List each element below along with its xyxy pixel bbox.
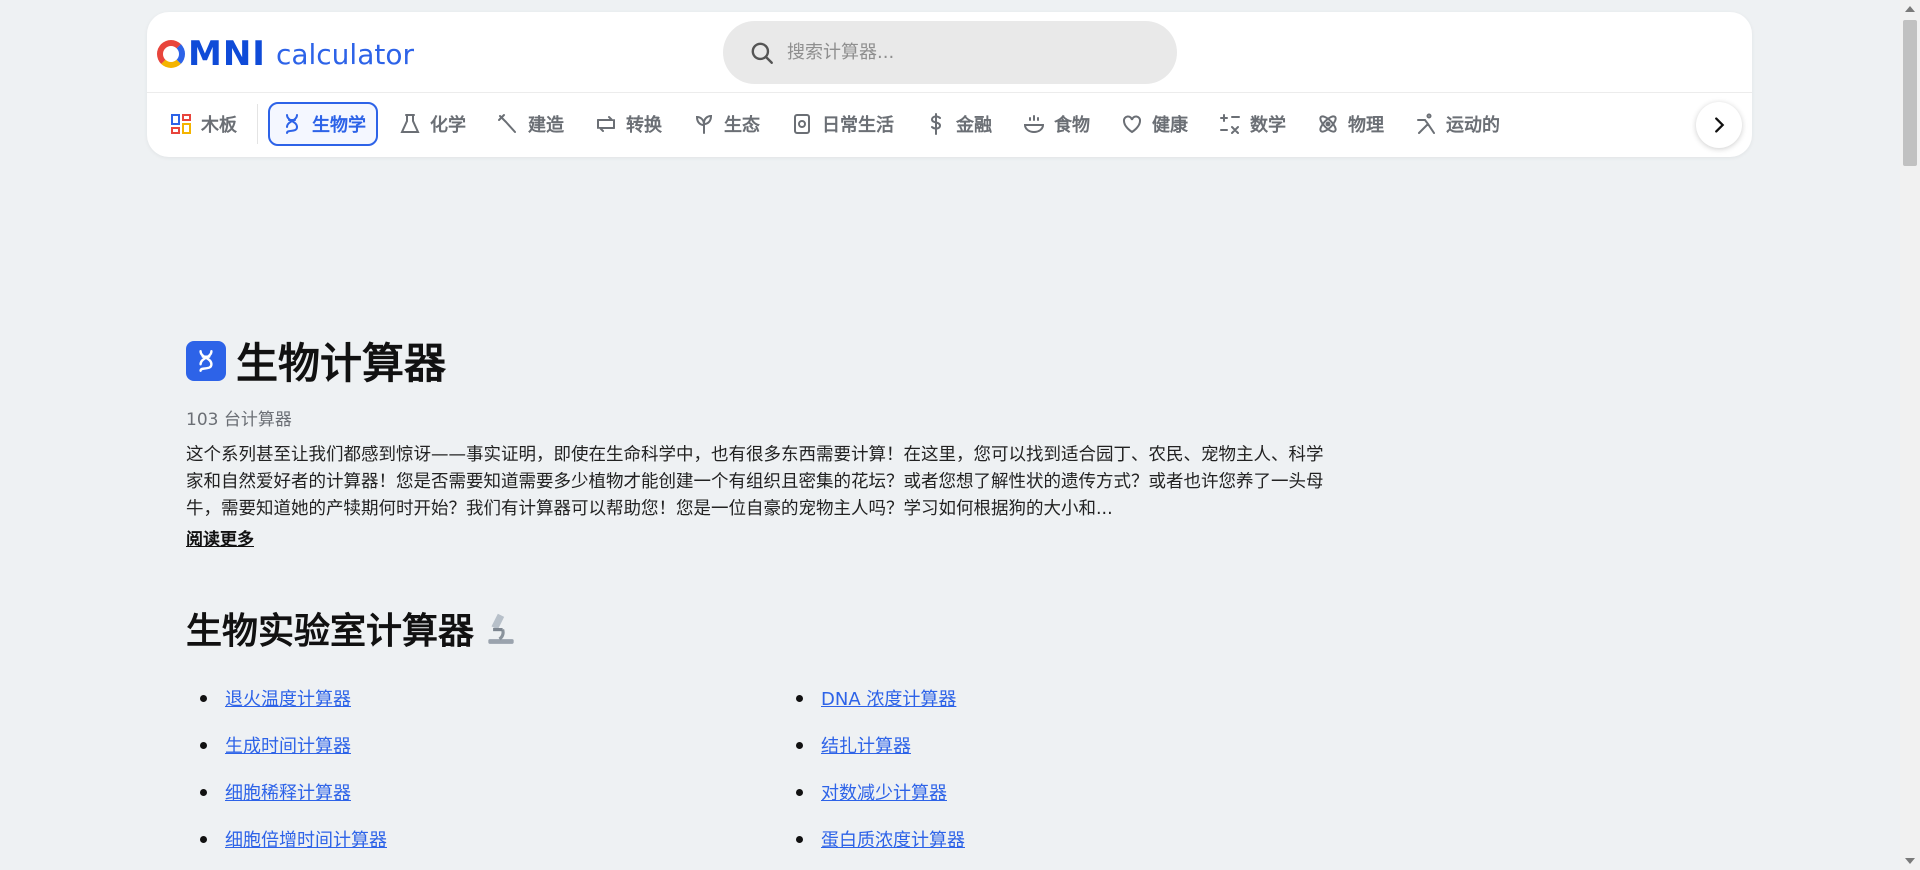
main-content: 生物计算器 103 台计算器 这个系列甚至让我们都感到惊讶——事实证明，即使在生… [186,330,1336,853]
list-item: 结扎计算器 [782,731,1182,759]
leaf-icon [695,114,713,134]
dollar-icon [930,113,942,135]
scroll-down-arrow-icon[interactable] [1905,858,1915,864]
header-divider [147,92,1752,93]
sport-icon [1417,113,1435,134]
bullet [200,788,207,796]
nav-item-conversion[interactable]: 转换 [584,102,672,146]
section-title-text: 生物实验室计算器 [186,611,475,652]
dna-icon [199,349,213,372]
nav-item-ecology[interactable]: 生态 [682,102,770,146]
calculator-link[interactable]: 细胞倍增时间计算器 [225,826,387,852]
nav-item-biology[interactable]: 生物学 [268,102,378,146]
read-more-link[interactable]: 阅读更多 [186,525,254,550]
nav-label: 转换 [626,115,662,136]
nav-label: 运动的 [1446,115,1500,136]
list-item: 细胞稀释计算器 [186,778,782,806]
board-icon [171,114,191,134]
omni-logo[interactable]: MNI calculator [157,34,414,74]
calculator-link[interactable]: 细胞稀释计算器 [225,779,351,805]
nav-item-chemistry[interactable]: 化学 [388,102,476,146]
everyday-icon [794,114,810,134]
nav-label: 化学 [430,115,466,136]
chevron-right-icon [1715,117,1725,133]
nav-item-construction[interactable]: 建造 [486,102,574,146]
calculator-link[interactable]: 对数减少计算器 [821,779,947,805]
list-item: 蛋白质浓度计算器 [782,825,1182,853]
section-title: 生物实验室计算器 [186,602,1336,654]
logo-ring-icon [157,40,185,68]
math-icon [1220,114,1240,134]
nav-label: 生态 [724,115,760,136]
title-row: 生物计算器 [186,330,1336,391]
nav-item-physics[interactable]: 物理 [1306,102,1394,146]
heart-icon [1123,115,1141,134]
conversion-icon [597,116,615,132]
category-nav: 木板 生物学 化学 建造 转换 生态 日常生活 金融 食物 健康 数学 物理 运… [159,102,1520,146]
biology-badge [186,340,226,381]
intro-text: 这个系列甚至让我们都感到惊讶——事实证明，即使在生命科学中，也有很多东西需要计算… [186,445,1324,519]
nav-label: 木板 [201,115,237,136]
top-header: MNI calculator 木板 生物学 化学 [147,12,1752,157]
nav-item-health[interactable]: 健康 [1110,102,1198,146]
flask-icon [400,114,420,133]
construction-icon [498,114,516,133]
page-scrollbar[interactable] [1900,0,1920,870]
nav-next-button[interactable] [1696,102,1742,148]
nav-label: 日常生活 [822,115,894,136]
bullet [796,835,803,843]
food-icon [1023,115,1045,134]
atom-icon [1319,115,1337,133]
page-title: 生物计算器 [236,339,447,388]
list-item: 生成时间计算器 [186,731,782,759]
nav-item-board[interactable]: 木板 [159,102,247,146]
calculator-link[interactable]: 结扎计算器 [821,732,911,758]
bullet [796,741,803,749]
nav-separator [257,104,258,144]
nav-label: 物理 [1348,115,1384,136]
calculator-link[interactable]: DNA 浓度计算器 [821,685,956,711]
bullet [200,694,207,702]
scroll-thumb[interactable] [1903,20,1917,166]
bullet [796,694,803,702]
nav-label: 数学 [1250,115,1286,136]
bullet [796,788,803,796]
nav-label: 健康 [1152,115,1188,136]
search-input[interactable] [787,42,1147,63]
nav-item-sports[interactable]: 运动的 [1404,102,1510,146]
logo-calculator-text: calculator [275,37,414,71]
logo-omni-wordmark: MNI [157,34,266,74]
calculator-count: 103 台计算器 [186,410,292,430]
nav-item-everyday-life[interactable]: 日常生活 [780,102,904,146]
nav-item-food[interactable]: 食物 [1012,102,1100,146]
nav-label: 生物学 [312,115,366,136]
bullet [200,741,207,749]
list-item: DNA 浓度计算器 [782,684,1182,712]
nav-label: 食物 [1054,115,1090,136]
list-item: 细胞倍增时间计算器 [186,825,782,853]
nav-label: 建造 [528,115,564,136]
calculator-link[interactable]: 蛋白质浓度计算器 [821,826,965,852]
dna-icon [286,114,299,134]
microscope-icon [488,613,514,644]
search-bar[interactable] [723,21,1177,84]
list-item: 对数减少计算器 [782,778,1182,806]
calculator-link[interactable]: 退火温度计算器 [225,685,351,711]
list-item: 退火温度计算器 [186,684,782,712]
calculator-link-list: 退火温度计算器 DNA 浓度计算器 生成时间计算器 结扎计算器 细胞稀释计算器 … [186,684,1336,853]
nav-item-math[interactable]: 数学 [1208,102,1296,146]
scroll-up-arrow-icon[interactable] [1905,6,1915,12]
search-icon [751,42,773,64]
nav-item-finance[interactable]: 金融 [914,102,1002,146]
calculator-link[interactable]: 生成时间计算器 [225,732,351,758]
bullet [200,835,207,843]
nav-label: 金融 [956,115,992,136]
